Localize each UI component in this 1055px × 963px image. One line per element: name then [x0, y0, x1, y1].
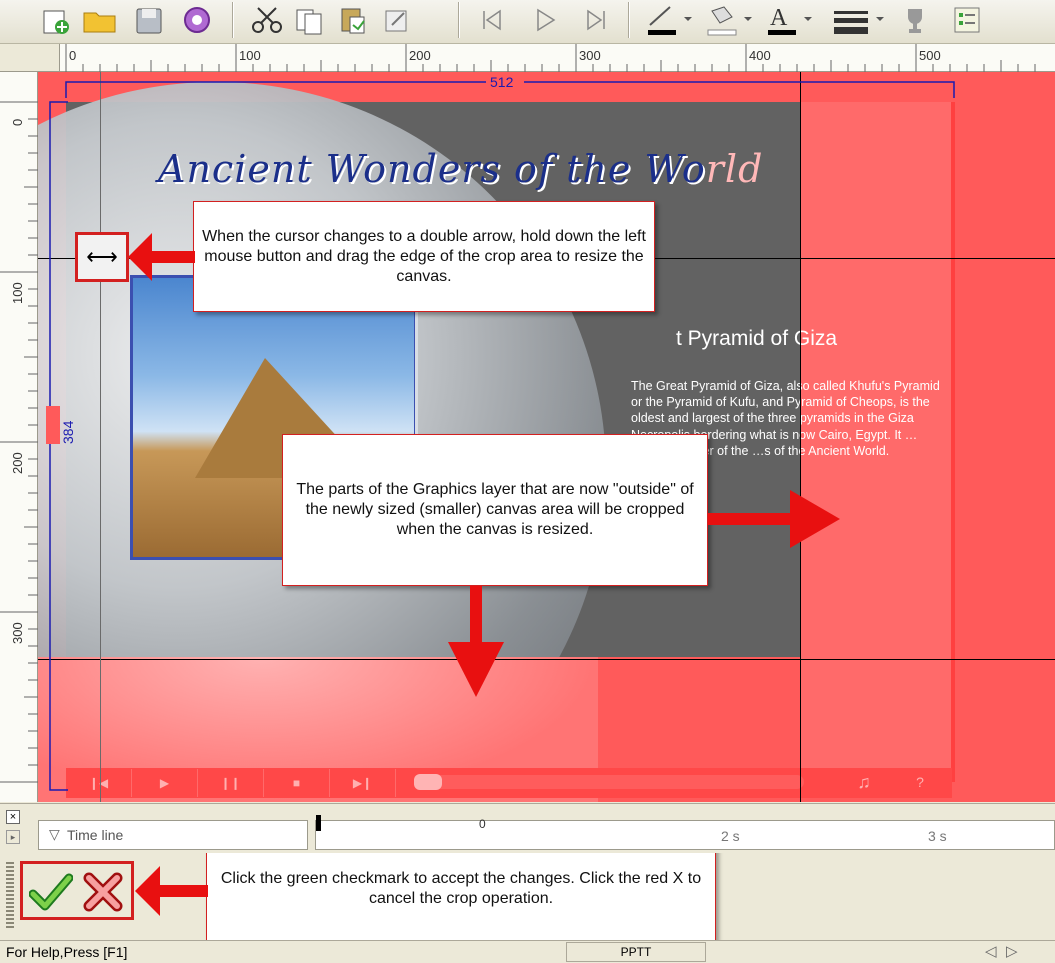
new-icon[interactable]	[38, 2, 72, 38]
ruler-label: 100	[239, 48, 261, 63]
status-help-text: For Help,Press [F1]	[6, 944, 128, 960]
properties-icon[interactable]	[950, 2, 984, 38]
copy-icon[interactable]	[292, 2, 326, 38]
slide-heading: t Pyramid of Giza	[676, 327, 838, 350]
collapse-icon[interactable]: ▸	[6, 830, 20, 844]
accept-checkmark-icon[interactable]	[28, 872, 74, 912]
music-note-icon[interactable]: ♫	[836, 768, 892, 796]
ruler-label: 500	[919, 48, 941, 63]
first-frame-icon[interactable]	[474, 2, 508, 38]
player-play-icon[interactable]: ▶	[132, 769, 198, 797]
timeline-tick: 0	[479, 817, 486, 831]
ruler-label: 300	[579, 48, 601, 63]
text-color-icon[interactable]: A	[762, 2, 816, 38]
fill-color-icon[interactable]	[702, 2, 756, 38]
canvas-width-label: 512	[490, 74, 514, 90]
ruler-label: 100	[10, 282, 25, 304]
status-pane: PPTT	[566, 942, 706, 962]
timeline-tick: 3 s	[928, 828, 947, 844]
callout-outside: The parts of the Graphics layer that are…	[282, 434, 708, 586]
record-icon[interactable]	[180, 2, 214, 38]
ruler-label: 200	[10, 452, 25, 474]
ruler-corner	[0, 44, 60, 72]
play-icon[interactable]	[528, 2, 562, 38]
close-icon[interactable]: ×	[6, 810, 20, 824]
svg-text:A: A	[770, 5, 788, 31]
timeline-expand-icon[interactable]: ▽	[49, 826, 60, 843]
player-pause-icon[interactable]: ❙❙	[198, 769, 264, 797]
nav-right-icon[interactable]: ▷	[1006, 942, 1018, 960]
player-end-icon[interactable]: ▶❙	[330, 769, 396, 797]
help-icon[interactable]: ?	[892, 768, 948, 796]
toolbar: A	[0, 0, 1055, 44]
vertical-ruler: 0 100 200 300	[0, 72, 38, 802]
guide-line-vertical	[800, 72, 801, 802]
app-window: A 0 100 200 300 400 500 0 100 200 300 An…	[0, 0, 1055, 963]
slide-title: Ancient Wonders of the World	[158, 147, 764, 191]
timeline-label: Time line	[67, 827, 124, 843]
ruler-label: 400	[749, 48, 771, 63]
undo-icon[interactable]	[380, 2, 414, 38]
timeline-tick: 2 s	[721, 828, 740, 844]
last-frame-icon[interactable]	[580, 2, 614, 38]
callout-resize: When the cursor changes to a double arro…	[193, 201, 655, 312]
save-icon[interactable]	[132, 2, 166, 38]
player-start-icon[interactable]: ❙◀	[66, 769, 132, 797]
timeline-track[interactable]: 0 2 s 3 s	[315, 815, 1055, 850]
crop-edge-line[interactable]	[100, 72, 101, 802]
canvas-height-label: 384	[60, 420, 76, 444]
player-progress-handle[interactable]	[414, 774, 442, 790]
double-arrow-cursor-icon: ⟷	[75, 232, 129, 282]
trophy-icon[interactable]	[898, 2, 932, 38]
line-color-icon[interactable]	[642, 2, 696, 38]
panel-grip[interactable]	[6, 862, 14, 930]
crop-actions	[20, 861, 134, 920]
ruler-label: 0	[69, 48, 77, 63]
timeline-playhead[interactable]	[316, 815, 321, 831]
horizontal-ruler: 0 100 200 300 400 500	[60, 44, 1055, 72]
ruler-label: 200	[409, 48, 431, 63]
open-folder-icon[interactable]	[80, 2, 120, 38]
player-controls: ❙◀ ▶ ❙❙ ■ ▶❙ ♫ ?	[66, 768, 952, 798]
guide-line-horizontal	[38, 659, 1055, 660]
cancel-x-icon[interactable]	[81, 870, 125, 914]
nav-left-icon[interactable]: ◁	[985, 942, 997, 960]
player-progress-track[interactable]	[414, 775, 804, 789]
ruler-label: 0	[10, 118, 25, 126]
cut-icon[interactable]	[248, 2, 286, 38]
paste-icon[interactable]	[336, 2, 370, 38]
ruler-label: 300	[10, 622, 25, 644]
status-bar: For Help,Press [F1] PPTT ◁ ▷	[0, 940, 1055, 963]
line-style-icon[interactable]	[828, 2, 888, 38]
player-stop-icon[interactable]: ■	[264, 769, 330, 797]
timeline-label-box[interactable]: ▽ Time line	[38, 820, 308, 850]
